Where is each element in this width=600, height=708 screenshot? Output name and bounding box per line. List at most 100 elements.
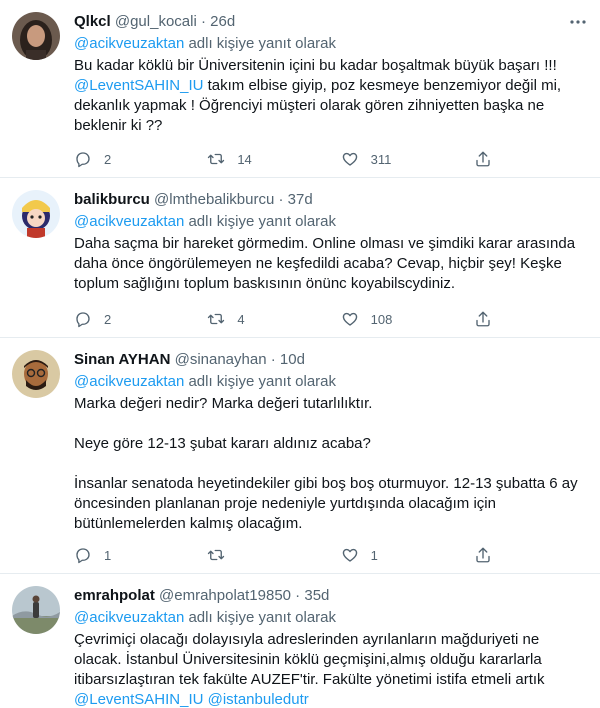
like-count: 108 <box>370 311 393 327</box>
tweet-line: İnsanlar senatoda heyetindekiler gibi bo… <box>74 475 578 492</box>
tweet-line <box>74 454 586 474</box>
tweet-line-text: takım elbise giyip, poz kesmeye benzemiy… <box>203 77 562 94</box>
retweet-button[interactable]: 4 <box>207 310 340 328</box>
reply-context: @acikveuzaktan adlı kişiye yanıt olarak <box>74 212 586 232</box>
mention-link[interactable]: @acikveuzaktan <box>74 35 184 52</box>
tweet[interactable]: Qlkcl @gul_kocali · 26d @acikveuzaktan a… <box>0 0 600 178</box>
mention-link[interactable]: @acikveuzaktan <box>74 609 184 626</box>
reply-button[interactable]: 2 <box>74 310 207 328</box>
tweet-header: Qlkcl @gul_kocali · 26d <box>74 12 586 32</box>
separator: · <box>266 351 280 368</box>
tweet-header: balikburcu @lmthebalikburcu · 37d <box>74 190 586 210</box>
avatar[interactable] <box>12 190 60 238</box>
tweet-text: Daha saçma bir hareket görmedim. Online … <box>74 234 586 294</box>
tweet-line: bütünlemelerden kalmış olacağım. <box>74 515 303 532</box>
like-button[interactable]: 108 <box>341 310 474 328</box>
reply-feed: Qlkcl @gul_kocali · 26d @acikveuzaktan a… <box>0 0 600 708</box>
display-name[interactable]: balikburcu <box>74 191 150 208</box>
tweet-line: daha önce öngörülemeyen ne keşfedildi ac… <box>74 255 562 272</box>
tweet-actions: 2 14 311 <box>74 150 504 168</box>
tweet-line: dekanlık yapmak ! Öğrenciyi müşteri olar… <box>74 97 545 114</box>
tweet-line: @LeventSAHIN_IU takım elbise giyip, poz … <box>74 76 586 96</box>
reply-count: 1 <box>104 547 112 563</box>
tweet-line: Daha saçma bir hareket görmedim. Online … <box>74 235 576 252</box>
retweet-icon <box>208 549 225 561</box>
timestamp[interactable]: 10d <box>280 351 305 368</box>
tweet-text: Marka değeri nedir? Marka değeri tutarlı… <box>74 394 586 534</box>
tweet-line: Bu kadar köklü bir Üniversitenin içini b… <box>74 57 557 74</box>
display-name[interactable]: Sinan AYHAN <box>74 351 170 368</box>
reply-context-text: adlı kişiye yanıt olarak <box>184 35 337 52</box>
separator: · <box>196 13 211 30</box>
like-count: 311 <box>370 151 392 167</box>
retweet-icon <box>208 153 225 165</box>
share-button[interactable] <box>474 150 504 168</box>
user-handle[interactable]: @sinanayhan <box>175 351 267 368</box>
timestamp[interactable]: 26d <box>210 13 235 30</box>
separator: · <box>274 191 288 208</box>
tweet-text: Çevrimiçi olacağı dolayısıyla adreslerin… <box>74 630 586 708</box>
mention-link[interactable]: @acikveuzaktan <box>74 373 184 390</box>
mention-link[interactable]: @LeventSAHIN_IU @istanbuledutr <box>74 691 309 708</box>
tweet-header: emrahpolat @emrahpolat19850 · 35d <box>74 586 586 606</box>
reply-icon <box>76 312 90 328</box>
tweet-line: öncesinden planlanan proje nedeniyle yur… <box>74 495 496 512</box>
tweet-actions: 1 1 <box>74 546 504 564</box>
tweet-line: Marka değeri nedir? Marka değeri tutarlı… <box>74 395 373 412</box>
tweet-line: itibarsızlaştıran tek fakülte AUZEF'tir.… <box>74 671 545 688</box>
share-button[interactable] <box>474 310 504 328</box>
tweet-line: @LeventSAHIN_IU @istanbuledutr <box>74 690 586 708</box>
tweet-line: Çevrimiçi olacağı dolayısıyla adreslerin… <box>74 631 540 648</box>
reply-button[interactable]: 2 <box>74 150 207 168</box>
reply-context: @acikveuzaktan adlı kişiye yanıt olarak <box>74 34 586 54</box>
like-button[interactable]: 1 <box>341 546 474 564</box>
mention-link[interactable]: @acikveuzaktan <box>74 213 184 230</box>
timestamp[interactable]: 37d <box>288 191 313 208</box>
share-icon <box>476 547 490 563</box>
share-icon <box>476 311 490 327</box>
user-handle[interactable]: @emrahpolat19850 <box>159 587 291 604</box>
tweet[interactable]: balikburcu @lmthebalikburcu · 37d @acikv… <box>0 178 600 338</box>
like-count: 1 <box>370 547 378 563</box>
retweet-button[interactable]: 14 <box>207 150 340 168</box>
reply-context-text: adlı kişiye yanıt olarak <box>184 609 337 626</box>
separator: · <box>291 587 305 604</box>
like-icon <box>342 548 357 562</box>
tweet-line: Neye göre 12-13 şubat kararı aldınız aca… <box>74 435 371 452</box>
reply-icon <box>76 548 90 564</box>
timestamp[interactable]: 35d <box>304 587 329 604</box>
avatar[interactable] <box>12 350 60 398</box>
tweet-header: Sinan AYHAN @sinanayhan · 10d <box>74 350 586 370</box>
avatar[interactable] <box>12 12 60 60</box>
user-handle[interactable]: @gul_kocali <box>115 13 197 30</box>
retweet-icon <box>208 313 225 325</box>
reply-count: 2 <box>104 151 112 167</box>
tweet-text: Bu kadar köklü bir Üniversitenin içini b… <box>74 56 586 136</box>
avatar[interactable] <box>12 586 60 634</box>
tweet-line: beklenir ki ?? <box>74 117 163 134</box>
share-button[interactable] <box>474 546 504 564</box>
tweet-line <box>74 414 586 434</box>
tweet-line: olacak. İstanbul Üniversitesinin köklü g… <box>74 651 542 668</box>
user-handle[interactable]: @lmthebalikburcu <box>154 191 274 208</box>
tweet[interactable]: emrahpolat @emrahpolat19850 · 35d @acikv… <box>0 574 600 708</box>
tweet-line: toplum sağlığını toplum baskısının önünc… <box>74 275 456 292</box>
reply-context: @acikveuzaktan adlı kişiye yanıt olarak <box>74 372 586 392</box>
retweet-count: 14 <box>237 151 252 167</box>
reply-button[interactable]: 1 <box>74 546 207 564</box>
share-icon <box>476 151 490 167</box>
reply-context-text: adlı kişiye yanıt olarak <box>184 373 337 390</box>
tweet-actions: 2 4 108 <box>74 310 504 328</box>
mention-link[interactable]: @LeventSAHIN_IU <box>74 77 203 94</box>
tweet[interactable]: Sinan AYHAN @sinanayhan · 10d @acikveuza… <box>0 338 600 574</box>
reply-icon <box>76 152 90 168</box>
display-name[interactable]: emrahpolat <box>74 587 155 604</box>
retweet-button[interactable] <box>207 546 340 564</box>
like-icon <box>342 312 357 326</box>
like-button[interactable]: 311 <box>341 150 474 168</box>
reply-count: 2 <box>104 311 112 327</box>
display-name[interactable]: Qlkcl <box>74 13 111 30</box>
reply-context-text: adlı kişiye yanıt olarak <box>184 213 337 230</box>
more-icon[interactable] <box>568 12 588 32</box>
retweet-count: 4 <box>237 311 245 327</box>
